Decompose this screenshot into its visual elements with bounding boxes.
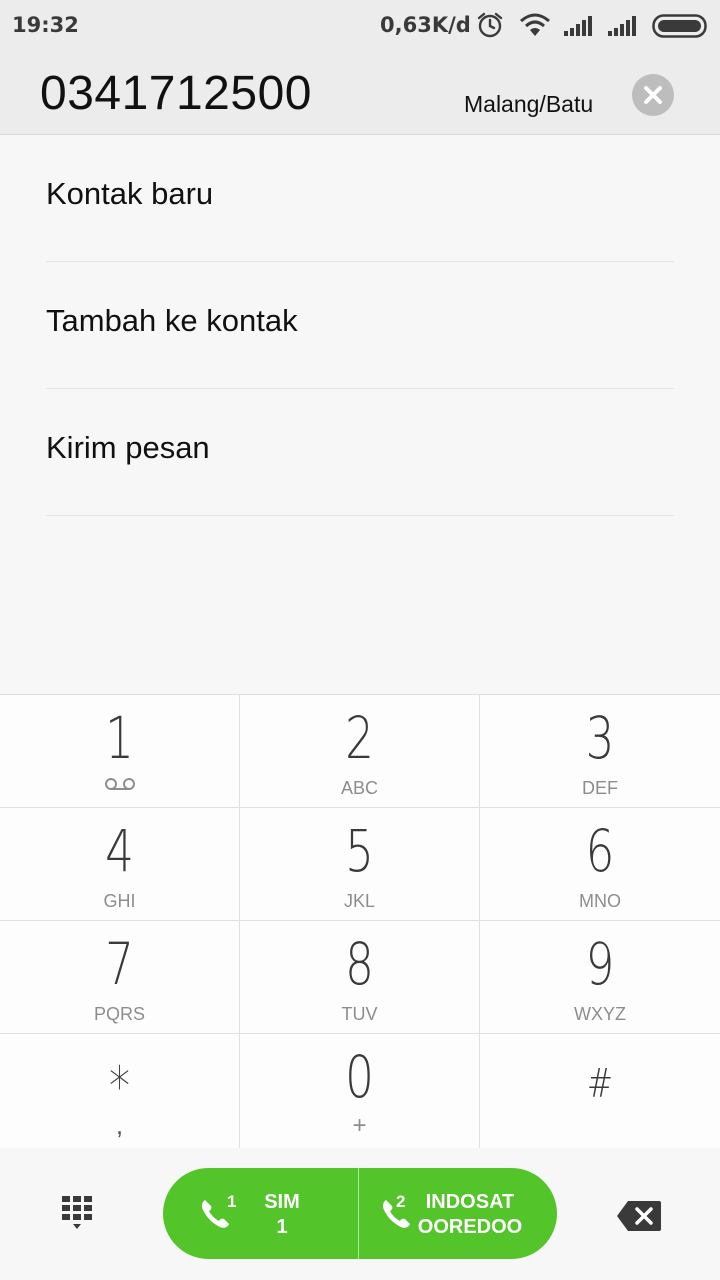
- call-buttons: 1 SIM 1 2 INDOSAT OOREDOO: [163, 1168, 557, 1259]
- key-hash[interactable]: #: [480, 1034, 720, 1149]
- voicemail-icon: [105, 778, 135, 790]
- key-letters: ,: [115, 1110, 124, 1140]
- sim1-badge: 1: [227, 1192, 237, 1211]
- key-digit: 2: [345, 704, 374, 772]
- key-1[interactable]: 1: [0, 695, 240, 808]
- status-bar: 19:32 0,63K/d: [0, 0, 720, 52]
- battery-icon: [652, 14, 707, 38]
- call-sim1-button[interactable]: 1 SIM 1: [163, 1168, 359, 1259]
- clear-button[interactable]: [632, 74, 674, 116]
- key-0[interactable]: 0 +: [240, 1034, 480, 1149]
- number-options-list: Kontak baru Tambah ke kontak Kirim pesan: [0, 135, 720, 516]
- sim2-badge: 2: [396, 1192, 406, 1211]
- sim1-line2: 1: [276, 1216, 288, 1238]
- key-7[interactable]: 7 PQRS: [0, 921, 240, 1034]
- key-5[interactable]: 5 JKL: [240, 808, 480, 921]
- key-digit: 9: [585, 930, 615, 998]
- key-6[interactable]: 6 MNO: [480, 808, 720, 921]
- key-letters: TUV: [341, 1004, 378, 1024]
- status-time: 19:32: [12, 13, 79, 37]
- key-letters: ABC: [340, 778, 378, 798]
- key-digit: 8: [345, 930, 374, 998]
- key-8[interactable]: 8 TUV: [240, 921, 480, 1034]
- network-speed: 0,63K/d: [380, 13, 471, 37]
- sim2-line1: INDOSAT: [425, 1191, 515, 1213]
- wifi-icon: [520, 13, 550, 36]
- option-label: Tambah ke kontak: [46, 303, 298, 338]
- key-letters: MNO: [579, 891, 621, 911]
- key-letters: DEF: [582, 778, 618, 798]
- number-location: Malang/Batu: [464, 91, 594, 117]
- option-send-message[interactable]: Kirim pesan: [46, 389, 674, 516]
- key-letters: PQRS: [93, 1004, 145, 1024]
- key-digit: 6: [585, 817, 615, 885]
- clear-icon: [644, 86, 662, 104]
- key-digit: 5: [345, 817, 374, 885]
- key-letters: GHI: [103, 891, 136, 911]
- key-digit: 7: [105, 930, 134, 998]
- dial-header: 0341712500 Malang/Batu: [0, 52, 720, 135]
- backspace-button[interactable]: [616, 1200, 662, 1236]
- option-add-to-contact[interactable]: Tambah ke kontak: [46, 262, 674, 389]
- backspace-icon: [617, 1201, 661, 1231]
- key-digit: 3: [585, 704, 615, 772]
- sim1-line1: SIM: [264, 1191, 300, 1213]
- key-9[interactable]: 9 WXYZ: [480, 921, 720, 1034]
- key-digit: *: [108, 1055, 131, 1118]
- option-label: Kirim pesan: [46, 430, 210, 465]
- signal-sim2-icon: [608, 16, 636, 36]
- sim2-line2: OOREDOO: [417, 1216, 523, 1238]
- key-letters: JKL: [343, 891, 376, 911]
- call-bar: 1 SIM 1 2 INDOSAT OOREDOO: [0, 1148, 720, 1280]
- call-sim2-button[interactable]: 2 INDOSAT OOREDOO: [360, 1168, 557, 1259]
- key-digit: 4: [105, 817, 134, 885]
- dialpad: 1 2 ABC 3 DEF 4 GHI 5 JKL 6 MNO 7 PQRS 8…: [0, 694, 720, 1149]
- key-4[interactable]: 4 GHI: [0, 808, 240, 921]
- key-letters: +: [352, 1112, 367, 1139]
- dialpad-toggle-button[interactable]: [60, 1194, 96, 1234]
- key-digit: #: [586, 1061, 614, 1107]
- option-label: Kontak baru: [46, 176, 214, 211]
- key-letters: WXYZ: [574, 1004, 626, 1024]
- alarm-icon: [477, 12, 503, 38]
- key-digit: 1: [105, 704, 134, 772]
- dialed-number[interactable]: 0341712500: [40, 66, 312, 121]
- key-3[interactable]: 3 DEF: [480, 695, 720, 808]
- signal-sim1-icon: [564, 16, 592, 36]
- option-new-contact[interactable]: Kontak baru: [46, 135, 674, 262]
- dialpad-icon: [62, 1196, 92, 1229]
- key-2[interactable]: 2 ABC: [240, 695, 480, 808]
- key-star[interactable]: * ,: [0, 1034, 240, 1149]
- key-digit: 0: [345, 1043, 374, 1111]
